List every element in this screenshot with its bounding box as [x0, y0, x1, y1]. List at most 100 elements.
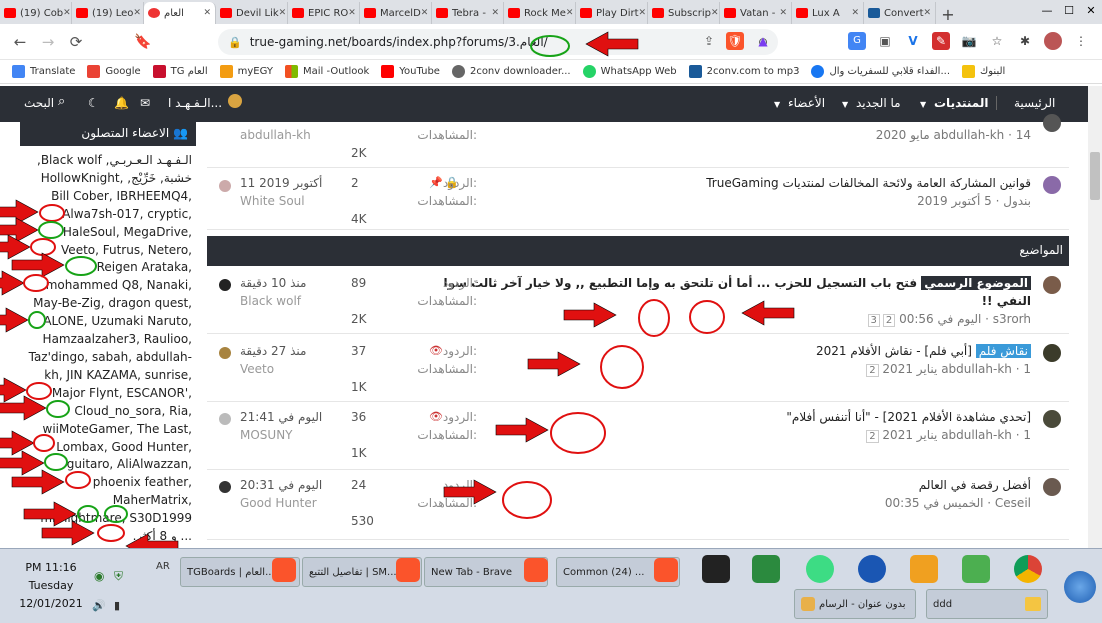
- search-icon[interactable]: ⌕: [58, 94, 65, 109]
- language-indicator[interactable]: AR: [156, 561, 170, 572]
- avatar[interactable]: [1043, 276, 1061, 294]
- avatar[interactable]: [1043, 114, 1061, 132]
- share-icon[interactable]: ⇪: [700, 32, 718, 50]
- user-avatar-icon[interactable]: [228, 94, 242, 108]
- page-link[interactable]: 2: [882, 314, 896, 327]
- page-link[interactable]: 2: [866, 430, 879, 443]
- speaker-icon[interactable]: 🔊: [92, 599, 106, 612]
- brave-rewards-icon[interactable]: ▲: [754, 32, 772, 50]
- bookmark-facebook[interactable]: الفداء قلابي للسفريات وال...: [811, 65, 950, 78]
- signal-icon[interactable]: ▮: [114, 599, 120, 612]
- close-icon[interactable]: ✕: [63, 8, 71, 18]
- close-icon[interactable]: ✕: [133, 8, 141, 18]
- browser-tab-active[interactable]: العام ✕: [144, 2, 216, 24]
- star-icon[interactable]: ☆: [988, 32, 1006, 50]
- close-window-icon[interactable]: ✕: [1080, 0, 1102, 24]
- bookmark-whatsapp[interactable]: WhatsApp Web: [582, 65, 677, 78]
- close-icon[interactable]: ✕: [348, 8, 356, 18]
- menu-icon[interactable]: ⋮: [1072, 32, 1090, 50]
- thread-item[interactable]: أفضل رقصة في العالم Ceseil · الخميس في 0…: [207, 470, 1069, 540]
- thread-title[interactable]: الموضوع الرسمي فتح باب التسجيل للحزب ...…: [443, 276, 1031, 290]
- bell-icon[interactable]: 🔔: [114, 96, 129, 110]
- browser-tab[interactable]: EPIC RO ✕: [288, 2, 360, 24]
- bookmark-google[interactable]: Google: [87, 65, 141, 78]
- chrome-icon[interactable]: [1014, 555, 1042, 583]
- last-poster[interactable]: Black wolf: [240, 294, 301, 308]
- bookmark-youtube[interactable]: YouTube: [381, 65, 440, 78]
- brave-icon[interactable]: [524, 558, 548, 582]
- moon-icon[interactable]: ☾: [88, 96, 99, 110]
- nav-home[interactable]: الرئيسية: [1014, 96, 1055, 110]
- avatar[interactable]: [219, 481, 231, 493]
- translate-ext-icon[interactable]: G: [848, 32, 866, 50]
- scrollbar-thumb[interactable]: [1090, 152, 1100, 200]
- close-icon[interactable]: ✕: [279, 8, 287, 18]
- browser-tab[interactable]: Convert ✕: [864, 2, 936, 24]
- forward-icon[interactable]: →: [34, 33, 62, 51]
- prefix-badge[interactable]: الموضوع الرسمي: [921, 276, 1031, 290]
- close-icon[interactable]: ✕: [924, 8, 932, 18]
- thread-title-line2[interactable]: النفي !!: [982, 294, 1031, 308]
- close-icon[interactable]: ✕: [711, 8, 719, 18]
- chevron-down-icon[interactable]: ▼: [774, 100, 780, 109]
- browser-tab[interactable]: Play Dirt ✕: [576, 2, 648, 24]
- reload-icon[interactable]: ⟳: [62, 33, 90, 51]
- avatar[interactable]: [219, 279, 231, 291]
- thread-title[interactable]: قوانين المشاركة العامة ولائحة المخالفات …: [706, 176, 1031, 190]
- url-text[interactable]: true-gaming.net/boards/index.php?forums/…: [250, 35, 548, 49]
- brave-icon[interactable]: [654, 558, 678, 582]
- taskbar-clock[interactable]: PM 11:16 Tuesday 12/01/2021: [18, 559, 84, 613]
- bookmark-icon[interactable]: 🔖: [134, 34, 151, 50]
- puzzle-icon[interactable]: ✱: [1016, 32, 1034, 50]
- last-post-time[interactable]: منذ 27 دقيقة: [240, 344, 306, 358]
- tools-icon[interactable]: [910, 555, 938, 583]
- close-icon[interactable]: ✕: [851, 8, 859, 18]
- audio-icon[interactable]: [858, 555, 886, 583]
- thread-item[interactable]: الموضوع الرسمي فتح باب التسجيل للحزب ...…: [207, 266, 1069, 334]
- address-bar[interactable]: 🔒 true-gaming.net/boards/index.php?forum…: [218, 29, 778, 55]
- nav-forums[interactable]: المنتديات: [934, 96, 998, 110]
- last-poster[interactable]: abdullah-kh: [240, 128, 311, 142]
- start-button[interactable]: [1064, 571, 1096, 603]
- browser-tab[interactable]: Subscrip ✕: [648, 2, 720, 24]
- more-members-link[interactable]: ... و 8 أكثر.: [24, 528, 192, 546]
- avatar[interactable]: [1043, 410, 1061, 428]
- close-icon[interactable]: ✕: [491, 8, 499, 18]
- browser-tab[interactable]: Vatan - ✕: [720, 2, 792, 24]
- new-tab-button[interactable]: +: [936, 5, 960, 24]
- thread-item[interactable]: نقاش فلم [أبي فلم] - نقاش الأفلام 2021 a…: [207, 334, 1069, 402]
- v-ext-icon[interactable]: V: [904, 32, 922, 50]
- nav-user[interactable]: الـفـهـد ا...: [168, 96, 222, 110]
- taskbar-window[interactable]: ddd: [926, 589, 1048, 619]
- minimize-icon[interactable]: —: [1036, 0, 1058, 24]
- last-poster[interactable]: Good Hunter: [240, 496, 317, 510]
- last-poster[interactable]: Veeto: [240, 362, 274, 376]
- thread-item[interactable]: [تحدي مشاهدة الأفلام 2021] - "أنا أتنفس …: [207, 402, 1069, 470]
- browser-tab[interactable]: Tebra - ✕: [432, 2, 504, 24]
- installer-icon[interactable]: [962, 555, 990, 583]
- brave-icon[interactable]: [272, 558, 296, 582]
- avatar[interactable]: [1043, 344, 1061, 362]
- last-post-time[interactable]: منذ 10 دقيقة: [240, 276, 306, 290]
- bookmark-2conv-downloader[interactable]: 2conv downloader...: [451, 65, 571, 78]
- pinned-thread[interactable]: abdullah-kh · 14 مايو 2020 المشاهدات: 2K…: [207, 114, 1069, 168]
- bookmark-tg[interactable]: TG العام: [152, 65, 208, 78]
- browser-tab[interactable]: Devil Lik ✕: [216, 2, 288, 24]
- close-icon[interactable]: ✕: [566, 8, 574, 18]
- close-icon[interactable]: ✕: [421, 8, 429, 18]
- last-poster[interactable]: MOSUNY: [240, 428, 293, 442]
- bookmark-translate[interactable]: Translate: [12, 65, 75, 78]
- edit-ext-icon[interactable]: ✎: [932, 32, 950, 50]
- thread-title[interactable]: [تحدي مشاهدة الأفلام 2021] - "أنا أتنفس …: [786, 410, 1031, 424]
- prefix-badge[interactable]: نقاش فلم: [975, 344, 1031, 358]
- bookmark-outlook[interactable]: Mail -Outlook: [284, 65, 369, 78]
- page-scrollbar[interactable]: [1088, 86, 1102, 548]
- last-poster[interactable]: White Soul: [240, 194, 305, 208]
- maximize-icon[interactable]: ☐: [1058, 0, 1080, 24]
- page-link[interactable]: 3: [867, 314, 880, 327]
- chevron-down-icon[interactable]: ▼: [842, 100, 848, 109]
- camera-icon[interactable]: 📷: [960, 32, 978, 50]
- page-link[interactable]: 2: [866, 364, 879, 377]
- avatar[interactable]: [219, 413, 231, 425]
- avatar[interactable]: [219, 180, 231, 192]
